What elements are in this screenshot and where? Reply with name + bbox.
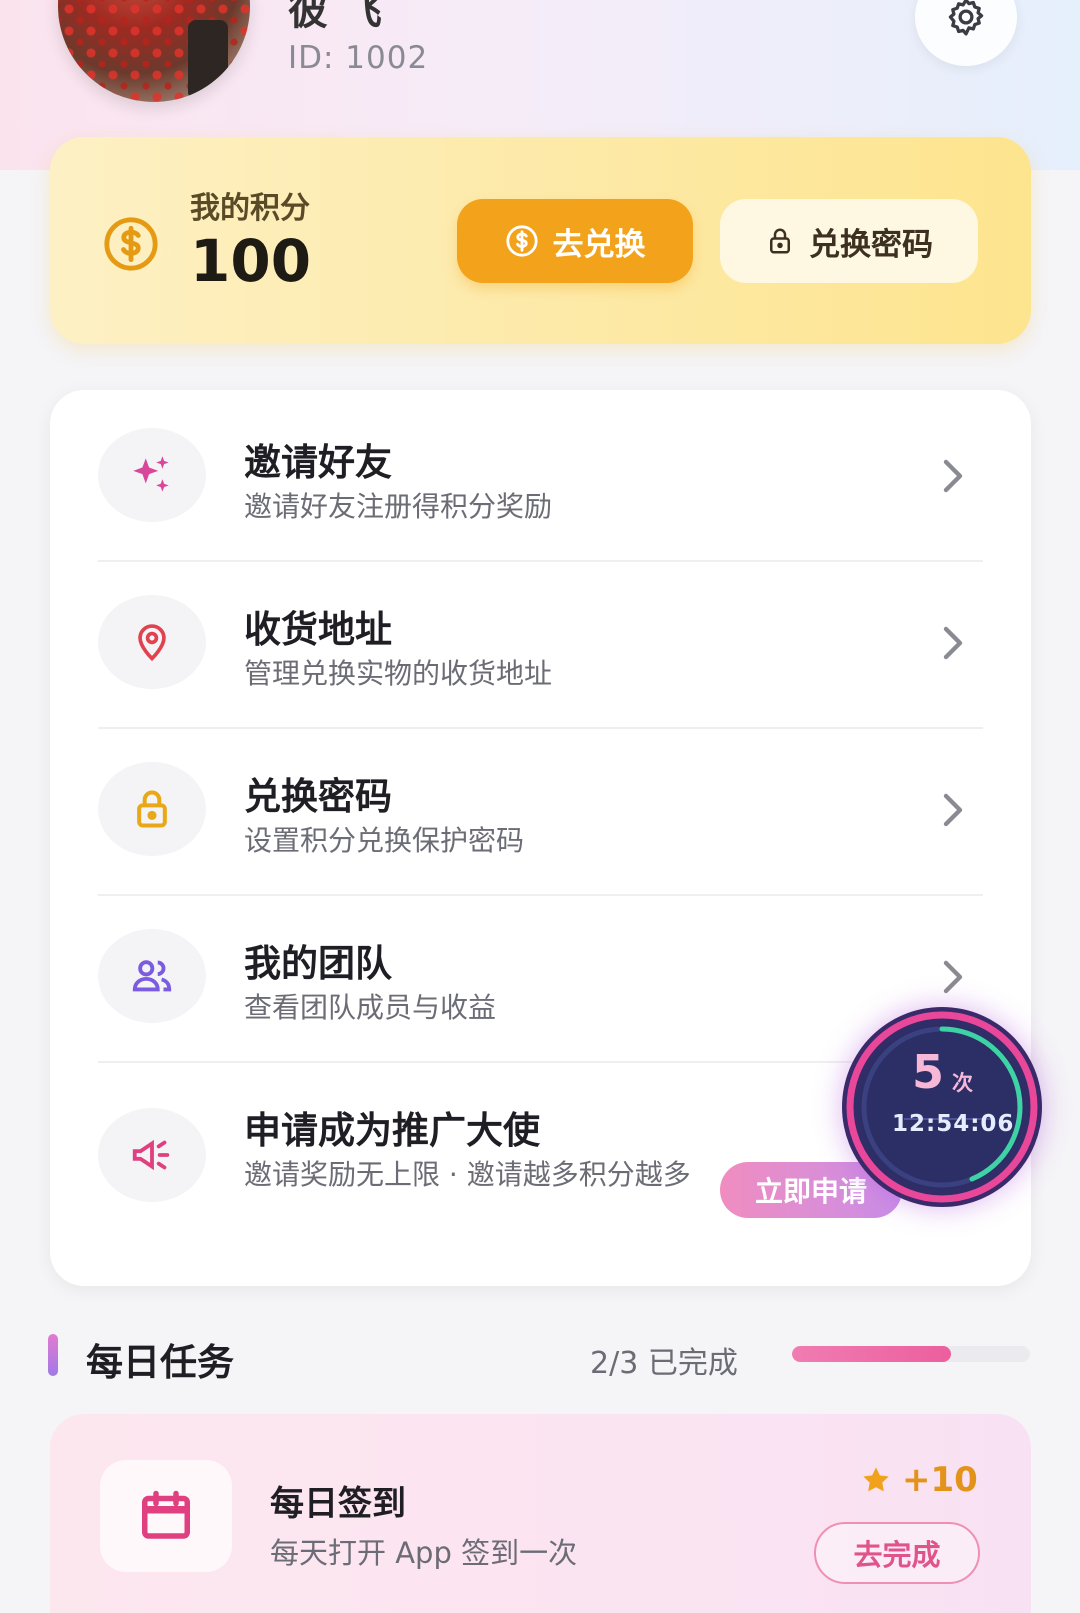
avatar[interactable] <box>58 0 250 102</box>
task-card-daily-checkin: 每日签到 每天打开 App 签到一次 +10 去完成 <box>50 1414 1031 1613</box>
menu-item-title: 收货地址 <box>244 608 392 651</box>
icon-circle <box>98 929 206 1023</box>
timer-clock: 12:54:06 <box>892 1111 1015 1137</box>
floating-timer-widget[interactable]: 5 次 12:54:06 <box>842 1007 1042 1207</box>
user-id: ID: 1002 <box>288 40 429 76</box>
megaphone-icon <box>132 1139 170 1171</box>
task-complete-button[interactable]: 去完成 <box>814 1522 980 1584</box>
daily-tasks-title: 每日任务 <box>86 1341 234 1384</box>
menu-item-desc: 设置积分兑换保护密码 <box>244 824 525 857</box>
lock-icon <box>770 228 790 254</box>
task-reward: +10 <box>860 1460 978 1500</box>
points-label: 我的积分 <box>190 191 310 226</box>
redeem-button[interactable]: 去兑换 <box>457 199 693 283</box>
menu-item-invite-friends[interactable]: 邀请好友 邀请好友注册得积分奖励 <box>50 390 1031 562</box>
chevron-right-icon <box>943 960 963 994</box>
points-value: 100 <box>190 227 312 295</box>
menu-item-desc: 邀请奖励无上限 · 邀请越多积分越多 <box>244 1158 691 1191</box>
avatar-image-detail <box>188 20 228 100</box>
redeem-password-button[interactable]: 兑换密码 <box>720 199 978 283</box>
menu-item-title: 邀请好友 <box>244 441 392 484</box>
menu-item-desc: 邀请好友注册得积分奖励 <box>244 490 553 523</box>
menu-item-title: 兑换密码 <box>244 775 392 818</box>
gear-icon <box>948 0 984 36</box>
icon-circle <box>98 595 206 689</box>
location-pin-icon <box>138 624 166 662</box>
chevron-right-icon <box>943 793 963 827</box>
timer-unit: 次 <box>952 1071 973 1095</box>
username: 彼 飞 <box>288 0 382 34</box>
menu-item-desc: 管理兑换实物的收货地址 <box>244 657 553 690</box>
lock-icon <box>137 790 167 828</box>
timer-count: 5 <box>912 1045 945 1099</box>
menu-item-shipping-address[interactable]: 收货地址 管理兑换实物的收货地址 <box>50 557 1031 729</box>
redeem-password-label: 兑换密码 <box>809 226 933 263</box>
redeem-button-label: 去兑换 <box>552 226 646 263</box>
icon-circle <box>98 1108 206 1202</box>
menu-item-title: 我的团队 <box>244 942 392 985</box>
task-desc: 每天打开 App 签到一次 <box>270 1536 578 1570</box>
icon-circle <box>98 762 206 856</box>
calendar-icon <box>142 1490 190 1539</box>
menu-item-desc: 查看团队成员与收益 <box>244 991 497 1024</box>
chevron-right-icon <box>943 626 963 660</box>
icon-circle <box>98 428 206 522</box>
profile-page: 彼 飞 ID: 1002 我的积分 100 去兑换 兑换密码 邀请好友 邀请好友… <box>0 0 1080 1613</box>
section-accent-bar <box>48 1334 58 1376</box>
task-icon-box <box>100 1460 232 1572</box>
sparkles-icon <box>133 456 169 492</box>
chevron-right-icon <box>943 459 963 493</box>
team-icon <box>132 960 172 992</box>
points-card: 我的积分 100 去兑换 兑换密码 <box>50 137 1031 344</box>
daily-tasks-status: 2/3 已完成 <box>590 1346 738 1381</box>
task-reward-value: +10 <box>902 1460 978 1500</box>
daily-tasks-progress-bar <box>792 1346 1030 1362</box>
progress-fill <box>792 1346 951 1362</box>
coin-icon <box>104 217 158 271</box>
menu-item-title: 申请成为推广大使 <box>244 1109 540 1152</box>
menu-item-redeem-password[interactable]: 兑换密码 设置积分兑换保护密码 <box>50 724 1031 896</box>
star-icon <box>863 1467 889 1492</box>
task-title: 每日签到 <box>270 1484 406 1524</box>
coin-icon <box>505 225 538 257</box>
timer-ring <box>846 1011 1038 1203</box>
